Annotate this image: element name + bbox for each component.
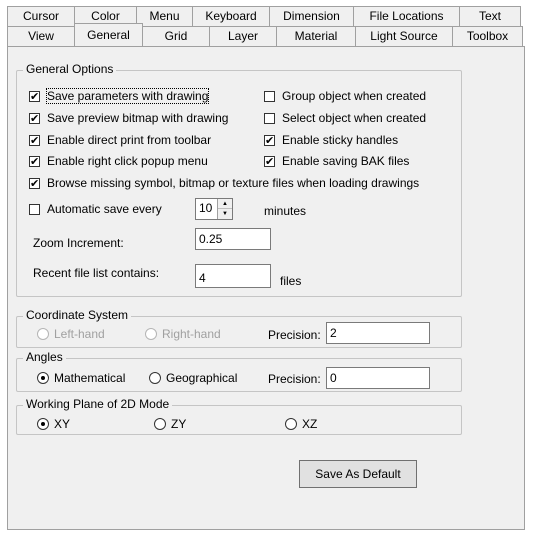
checkbox-box: ✔: [29, 155, 40, 168]
general-tab-panel: General Options ✔ Save parameters with d…: [7, 46, 525, 530]
right-hand-label: Right-hand: [162, 327, 221, 341]
radio-circle: [149, 372, 161, 384]
angles-precision-field[interactable]: 0: [326, 367, 430, 389]
coordinate-precision-label: Precision:: [268, 328, 321, 342]
plane-xy-radio[interactable]: XY: [37, 417, 70, 431]
sticky-handles-label: Enable sticky handles: [282, 133, 399, 147]
spinner-buttons: ▲ ▼: [217, 199, 232, 219]
tab-light-source[interactable]: Light Source: [355, 26, 453, 46]
tab-material[interactable]: Material: [276, 26, 356, 46]
radio-circle: [285, 418, 297, 430]
select-object-label: Select object when created: [282, 111, 427, 125]
recent-files-field[interactable]: 4: [195, 264, 271, 288]
save-preview-label: Save preview bitmap with drawing: [47, 111, 229, 125]
tab-general[interactable]: General: [74, 23, 143, 46]
coordinate-precision-field[interactable]: 2: [326, 322, 430, 344]
right-click-menu-label: Enable right click popup menu: [47, 154, 208, 168]
autosave-minutes-value: 10: [199, 201, 213, 215]
mathematical-radio[interactable]: Mathematical: [37, 371, 125, 385]
files-label: files: [280, 274, 302, 288]
tab-file-locations[interactable]: File Locations: [353, 6, 460, 26]
tab-toolbox[interactable]: Toolbox: [452, 26, 523, 46]
tab-row-front: View General Grid Layer Material Light S…: [7, 23, 523, 46]
browse-missing-checkbox[interactable]: ✔ Browse missing symbol, bitmap or textu…: [29, 176, 419, 190]
radio-circle: [37, 372, 49, 384]
checkbox-box: ✔: [29, 112, 40, 125]
left-hand-label: Left-hand: [54, 327, 105, 341]
tab-keyboard[interactable]: Keyboard: [192, 6, 270, 26]
group-object-checkbox[interactable]: Group object when created: [264, 89, 426, 103]
general-options-title: General Options: [23, 62, 117, 76]
radio-selected-dot: [41, 376, 45, 380]
plane-zy-radio[interactable]: ZY: [154, 417, 186, 431]
tab-text[interactable]: Text: [459, 6, 521, 26]
plane-xy-label: XY: [54, 417, 71, 431]
tab-dimension[interactable]: Dimension: [269, 6, 354, 26]
tab-cursor[interactable]: Cursor: [7, 6, 75, 26]
direct-print-checkbox[interactable]: ✔ Enable direct print from toolbar: [29, 133, 211, 147]
saving-bak-label: Enable saving BAK files: [282, 154, 410, 168]
save-parameters-checkbox[interactable]: ✔ Save parameters with drawing: [29, 88, 210, 104]
checkbox-box: [264, 112, 275, 124]
checkbox-box: ✔: [29, 177, 40, 190]
tab-menu[interactable]: Menu: [136, 6, 193, 26]
checkbox-box: ✔: [264, 134, 275, 147]
select-object-checkbox[interactable]: Select object when created: [264, 111, 426, 125]
autosave-minutes-spinner[interactable]: 10 ▲ ▼: [195, 198, 233, 220]
checkbox-box: ✔: [29, 134, 40, 147]
checkbox-box: [29, 203, 40, 215]
tab-grid[interactable]: Grid: [142, 26, 210, 46]
zoom-increment-field[interactable]: 0.25: [195, 228, 271, 250]
coordinate-system-title: Coordinate System: [23, 308, 132, 322]
geographical-radio[interactable]: Geographical: [149, 371, 237, 385]
group-object-label: Group object when created: [282, 89, 427, 103]
save-as-default-button[interactable]: Save As Default: [299, 460, 417, 488]
plane-xz-label: XZ: [302, 417, 318, 431]
browse-missing-label: Browse missing symbol, bitmap or texture…: [47, 176, 420, 190]
plane-zy-label: ZY: [171, 417, 187, 431]
working-plane-group: Working Plane of 2D Mode: [16, 397, 462, 435]
automatic-save-label: Automatic save every: [47, 202, 162, 216]
spin-down-icon[interactable]: ▼: [218, 209, 232, 219]
sticky-handles-checkbox[interactable]: ✔ Enable sticky handles: [264, 133, 398, 147]
geographical-label: Geographical: [166, 371, 238, 385]
working-plane-title: Working Plane of 2D Mode: [23, 397, 173, 411]
right-hand-radio[interactable]: Right-hand: [145, 327, 221, 341]
mathematical-label: Mathematical: [54, 371, 126, 385]
zoom-increment-label: Zoom Increment:: [33, 236, 124, 250]
radio-circle: [37, 328, 49, 340]
recent-files-label: Recent file list contains:: [33, 266, 160, 280]
minutes-label: minutes: [264, 204, 307, 218]
spin-up-icon[interactable]: ▲: [218, 199, 232, 209]
save-preview-checkbox[interactable]: ✔ Save preview bitmap with drawing: [29, 111, 228, 125]
angles-title: Angles: [23, 350, 66, 364]
tab-view[interactable]: View: [7, 26, 75, 46]
left-hand-radio[interactable]: Left-hand: [37, 327, 105, 341]
tab-layer[interactable]: Layer: [209, 26, 277, 46]
direct-print-label: Enable direct print from toolbar: [47, 133, 212, 147]
radio-circle: [145, 328, 157, 340]
angles-precision-label: Precision:: [268, 372, 321, 386]
save-parameters-label: Save parameters with drawing: [45, 88, 210, 104]
plane-xz-radio[interactable]: XZ: [285, 417, 317, 431]
checkbox-box: [264, 90, 275, 102]
radio-circle: [37, 418, 49, 430]
automatic-save-checkbox[interactable]: Automatic save every: [29, 202, 162, 216]
radio-selected-dot: [41, 422, 45, 426]
saving-bak-checkbox[interactable]: ✔ Enable saving BAK files: [264, 154, 409, 168]
preferences-dialog: Cursor Color Menu Keyboard Dimension Fil…: [0, 0, 533, 537]
checkbox-box: ✔: [264, 155, 275, 168]
radio-circle: [154, 418, 166, 430]
checkbox-box: ✔: [29, 90, 40, 103]
right-click-menu-checkbox[interactable]: ✔ Enable right click popup menu: [29, 154, 208, 168]
